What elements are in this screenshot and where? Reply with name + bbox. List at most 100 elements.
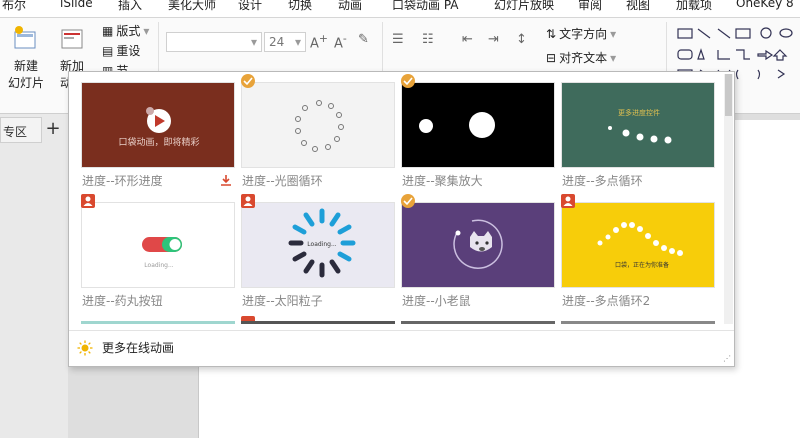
slide-thumbnail-pane: [0, 114, 68, 438]
tab-onekey[interactable]: OneKey 8: [736, 0, 794, 10]
thumbnail-little-mouse: [401, 202, 555, 288]
reset-label: 重设: [116, 44, 141, 58]
increase-indent-icon[interactable]: ⇥: [488, 32, 499, 47]
text-direction-label: 文字方向: [559, 27, 608, 41]
rounded-rect-icon: [677, 49, 693, 60]
tab-review[interactable]: 审阅: [578, 0, 602, 13]
tab-animation[interactable]: 动画: [338, 0, 362, 13]
line-spacing-icon[interactable]: ↕: [516, 32, 527, 47]
decrease-indent-icon[interactable]: ⇤: [462, 32, 473, 47]
section-tab[interactable]: 专区: [0, 117, 42, 143]
gallery-item-label: 进度--小老鼠: [402, 294, 471, 308]
font-size-combo[interactable]: 24 ▾: [264, 32, 306, 52]
brace-icon: [735, 69, 739, 80]
gallery-item-multi-dot-loop[interactable]: 更多进度控件 进度--多点循环: [561, 74, 715, 190]
tab-view[interactable]: 视图: [626, 0, 650, 13]
tab-pocket-animation[interactable]: 口袋动画 PA: [392, 0, 459, 13]
user-badge-icon: [561, 194, 575, 208]
gallery-item-gather-zoom[interactable]: 进度--聚集放大: [401, 74, 555, 190]
thumbnail-multi-dot-loop-2: 口袋，正在为你准备: [561, 202, 715, 288]
user-badge-icon: [81, 194, 95, 208]
thumb-text: 更多进度控件: [618, 108, 660, 117]
thumbnail-multi-dot-loop: 更多进度控件: [561, 82, 715, 168]
brace-icon: [757, 69, 761, 80]
gallery-item-label: 进度--聚集放大: [402, 174, 483, 188]
reset-icon: ▤: [102, 43, 114, 58]
add-section-button[interactable]: +: [42, 117, 64, 143]
new-slide-label: 新建: [13, 59, 38, 73]
triangle-icon: [697, 48, 705, 60]
thumbnail-gather-zoom: [401, 82, 555, 168]
tab-insert[interactable]: 插入: [118, 0, 142, 13]
ellipse-icon: [779, 28, 793, 38]
connector-icon: [736, 49, 750, 60]
font-size-value: 24: [269, 35, 285, 49]
tab-islide[interactable]: iSlide: [60, 0, 93, 10]
bullets-icon[interactable]: ☰: [392, 32, 404, 47]
new-anim-icon: [57, 24, 87, 54]
gallery-item-ring-progress[interactable]: 口袋动画，即将精彩 进度--环形进度: [81, 74, 235, 190]
gallery-item-label: 进度--多点循环: [562, 174, 643, 188]
gallery-item-peek: [241, 321, 395, 324]
gallery-scrollbar[interactable]: [724, 74, 733, 324]
layout-label: 版式: [116, 24, 141, 38]
tab-transition[interactable]: 切换: [288, 0, 312, 13]
down-arrow-icon: [772, 49, 788, 61]
thumb-text: Loading...: [144, 262, 173, 269]
gallery-item-little-mouse[interactable]: 进度--小老鼠: [401, 194, 555, 310]
gallery-scrollbar-thumb[interactable]: [725, 74, 732, 116]
tab-slideshow[interactable]: 幻灯片放映: [494, 0, 554, 13]
thumb-text: 口袋动画，即将精彩: [118, 136, 199, 148]
align-text-button[interactable]: ⊟ 对齐文本 ▾: [546, 49, 616, 66]
tab-buer[interactable]: 布尔: [2, 0, 26, 13]
gallery-item-sun-particles[interactable]: Loading... 进度--太阳粒子: [241, 194, 395, 310]
circle-icon: [760, 27, 772, 39]
shrink-font-icon[interactable]: A-: [334, 32, 347, 51]
grow-font-icon[interactable]: A+: [310, 32, 328, 51]
right-arrow-icon: [757, 49, 774, 61]
more-online-animations-row[interactable]: 更多在线动画 ⋰: [69, 330, 734, 366]
sun-icon: [77, 340, 93, 356]
text-direction-icon: ⇅: [546, 26, 557, 41]
gallery-item-peek: [561, 321, 715, 324]
new-slide-button[interactable]: 新建 幻灯片: [4, 24, 48, 91]
tab-addins[interactable]: 加载项: [676, 0, 712, 13]
thumbnail-ring-progress: 口袋动画，即将精彩: [81, 82, 235, 168]
gallery-item-peek: [401, 321, 555, 324]
gallery-item-label: 进度--环形进度: [82, 174, 163, 188]
chevron-icon: [777, 69, 786, 79]
animation-gallery-dropdown: 口袋动画，即将精彩 进度--环形进度 进度--光圈循环 进度--聚集放大 更多进…: [68, 71, 735, 367]
resize-grip-icon[interactable]: ⋰: [723, 354, 731, 363]
tab-beautify[interactable]: 美化大师: [168, 0, 216, 13]
gallery-item-pill-button[interactable]: Loading... 进度--药丸按钮: [81, 194, 235, 310]
gallery-item-label: 进度--光圈循环: [242, 174, 323, 188]
thumbnail-halo-loop: [241, 82, 395, 168]
align-text-icon: ⊟: [546, 50, 557, 65]
chevron-down-icon: ▾: [250, 35, 257, 49]
layout-button[interactable]: ▦ 版式 ▾: [102, 22, 149, 39]
gallery-item-multi-dot-loop-2[interactable]: 口袋，正在为你准备 进度--多点循环2: [561, 194, 715, 310]
gallery-item-halo-loop[interactable]: 进度--光圈循环: [241, 74, 395, 190]
check-badge-icon: [241, 74, 255, 88]
gallery-item-label: 进度--药丸按钮: [82, 294, 163, 308]
text-direction-button[interactable]: ⇅ 文字方向 ▾: [546, 25, 616, 42]
tab-design[interactable]: 设计: [238, 0, 262, 13]
font-name-combo[interactable]: ▾: [166, 32, 262, 52]
gallery-item-peek: [81, 321, 235, 324]
ribbon-tab-bar: 布尔 iSlide 插入 美化大师 设计 切换 动画 口袋动画 PA 幻灯片放映…: [0, 0, 800, 18]
chevron-down-icon: ▾: [610, 50, 617, 65]
line-icon: [697, 28, 711, 39]
rectangle-icon: [677, 28, 693, 39]
chevron-down-icon: ▾: [610, 26, 617, 41]
new-slide-icon: [11, 24, 41, 54]
thumbnail-sun-particles: Loading...: [241, 202, 395, 288]
align-text-label: 对齐文本: [559, 51, 608, 65]
thumb-text: 口袋，正在为你准备: [615, 261, 669, 269]
gallery-item-label: 进度--多点循环2: [562, 294, 651, 308]
user-badge-icon: [241, 194, 255, 208]
download-icon[interactable]: [219, 173, 233, 187]
clear-format-icon[interactable]: ✎: [358, 32, 369, 47]
numbering-icon[interactable]: ☷: [422, 32, 434, 47]
reset-button[interactable]: ▤ 重设: [102, 42, 140, 59]
layout-icon: ▦: [102, 23, 114, 38]
